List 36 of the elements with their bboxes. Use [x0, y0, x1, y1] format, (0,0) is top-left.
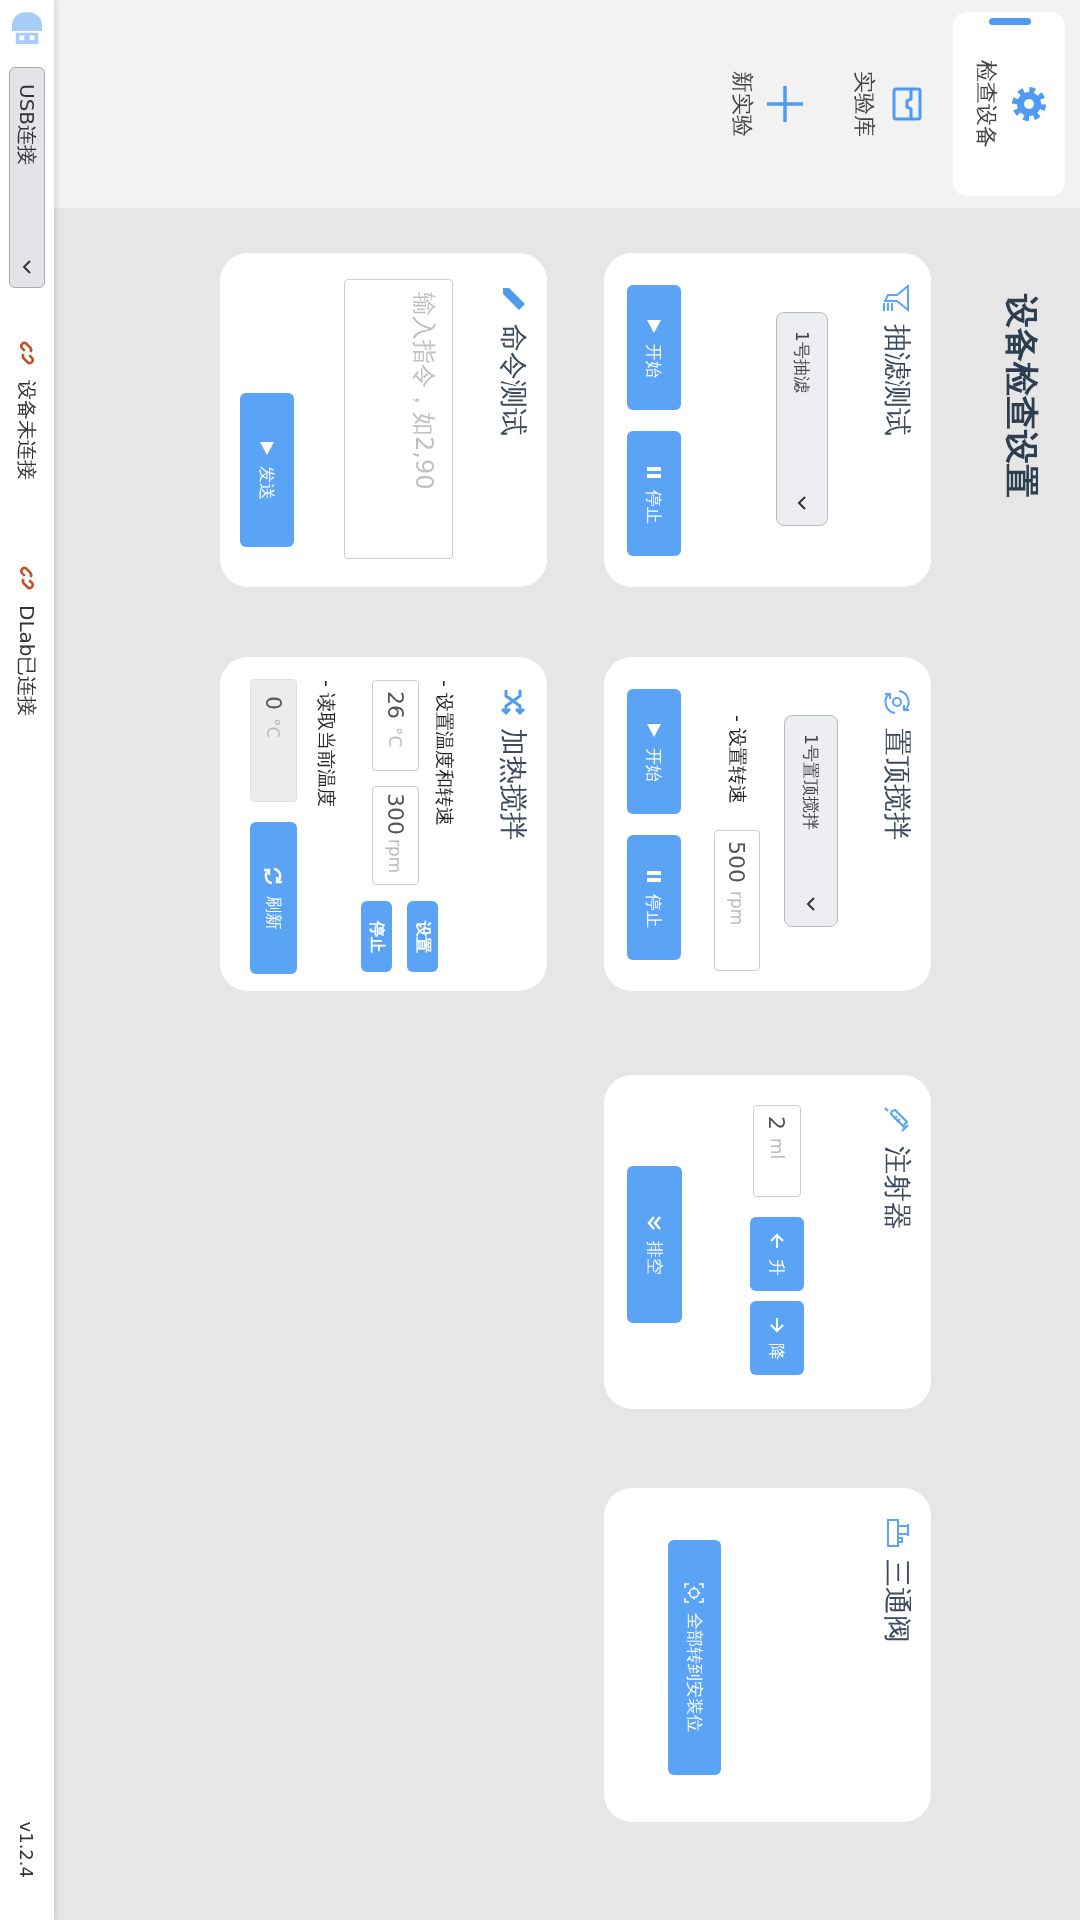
field-label: - 读取当前温度: [315, 680, 339, 807]
nav-item[interactable]: 新实验: [709, 12, 821, 196]
reset-button[interactable]: 全部转到安装位: [668, 1540, 721, 1775]
speed-field[interactable]: 500 rpm: [714, 829, 760, 971]
field-label: - 设置转速: [726, 715, 750, 804]
dropdown[interactable]: 1号抽滤: [776, 312, 828, 526]
card-title: 置顶搅拌: [880, 728, 915, 840]
connection-dropdown[interactable]: USB连接: [9, 67, 45, 288]
dropdown[interactable]: 1号置顶搅拌: [784, 715, 838, 927]
stop-button[interactable]: 停止: [361, 901, 392, 972]
connection-status: 设备未连接: [14, 380, 41, 480]
card-title: 三通阀: [880, 1559, 915, 1643]
volume-field[interactable]: 2 ml: [753, 1105, 801, 1197]
drain-button[interactable]: 排空: [627, 1166, 682, 1323]
command-field[interactable]: 输入指令，如2,90: [344, 279, 453, 559]
card-title: 命令测试: [496, 324, 531, 436]
refresh-button[interactable]: 刷新: [250, 822, 297, 974]
down-button[interactable]: 降: [750, 1301, 804, 1375]
nav-item[interactable]: 实验库: [831, 12, 943, 196]
page-title: 设备检查设置: [1002, 292, 1042, 500]
stop-button[interactable]: 停止: [627, 835, 681, 960]
set-button[interactable]: 设置: [407, 901, 438, 972]
send-button[interactable]: 发送: [240, 393, 294, 547]
temperature-field[interactable]: 26 °C: [372, 680, 419, 771]
speed-field[interactable]: 300 rpm: [372, 786, 419, 885]
card-title: 加热搅拌: [496, 728, 531, 840]
stop-button[interactable]: 停止: [627, 431, 681, 556]
version-label: v1.2.4: [16, 1821, 38, 1878]
start-button[interactable]: 开始: [627, 285, 681, 410]
up-button[interactable]: 升: [750, 1217, 804, 1291]
card-title: 注射器: [880, 1146, 915, 1230]
card-title: 抽滤测试: [880, 324, 915, 436]
start-button[interactable]: 开始: [627, 689, 681, 814]
connection-status: DLab已连接: [14, 605, 41, 717]
nav-item[interactable]: 检查设备: [953, 12, 1065, 196]
field-label: - 设置温度和转速: [433, 680, 457, 828]
